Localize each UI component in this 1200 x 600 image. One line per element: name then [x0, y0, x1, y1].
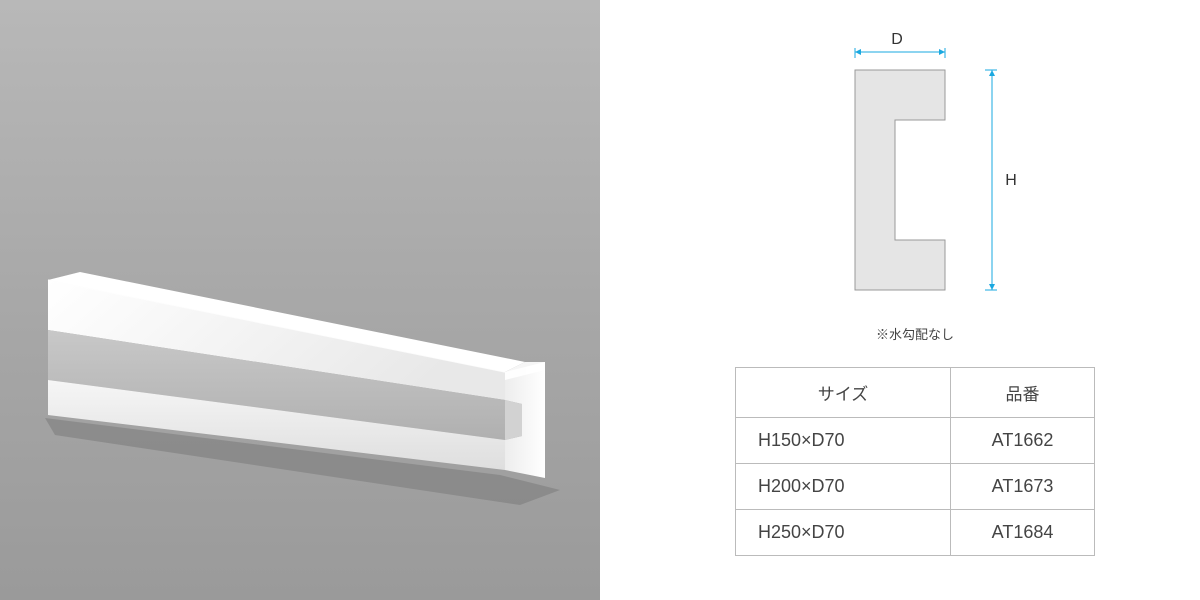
dim-d-label: D	[891, 31, 903, 48]
profile-shape	[855, 70, 945, 290]
cell-code: AT1684	[951, 510, 1095, 556]
cell-size: H250×D70	[736, 510, 951, 556]
cell-size: H150×D70	[736, 418, 951, 464]
diagram-note: ※水勾配なし	[876, 324, 954, 343]
table-row: H200×D70 AT1673	[736, 464, 1095, 510]
cross-section-diagram: D H ※水勾配なし	[765, 30, 1065, 343]
table-row: H150×D70 AT1662	[736, 418, 1095, 464]
product-render	[0, 0, 600, 600]
table-header-row: サイズ 品番	[736, 368, 1095, 418]
cell-code: AT1673	[951, 464, 1095, 510]
cross-section-svg: D H	[785, 30, 1045, 320]
spec-table: サイズ 品番 H150×D70 AT1662 H200×D70 AT1673 H…	[735, 367, 1095, 556]
table-row: H250×D70 AT1684	[736, 510, 1095, 556]
spec-panel: D H ※水勾配なし サイズ 品番 H150×D70 AT1662	[600, 0, 1200, 600]
cell-code: AT1662	[951, 418, 1095, 464]
col-code-header: 品番	[951, 368, 1095, 418]
dim-h-label: H	[1005, 172, 1017, 189]
col-size-header: サイズ	[736, 368, 951, 418]
product-render-panel	[0, 0, 600, 600]
cell-size: H200×D70	[736, 464, 951, 510]
